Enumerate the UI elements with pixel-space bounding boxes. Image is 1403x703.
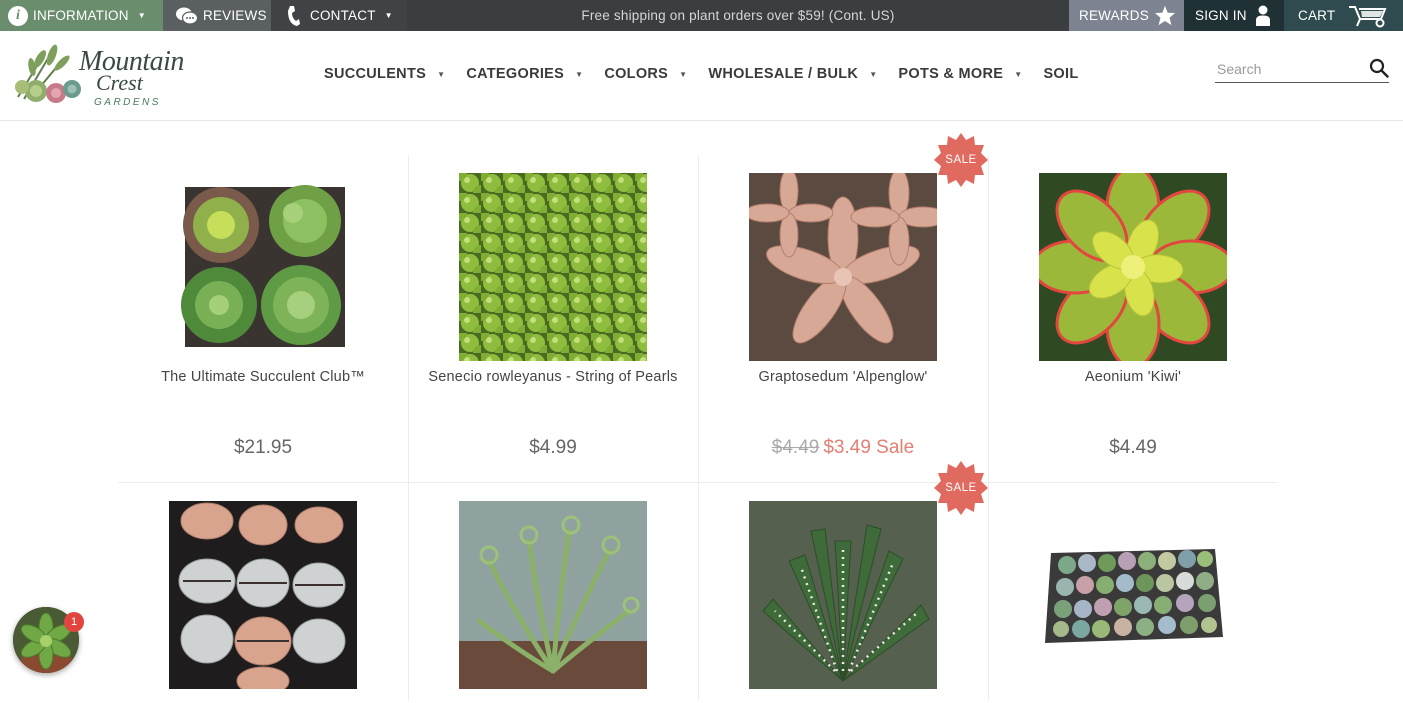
product-price: $21.95: [233, 437, 293, 458]
sign-in-label: SIGN IN: [1195, 8, 1247, 23]
rewards-label: REWARDS: [1079, 8, 1149, 23]
search-box: [1215, 55, 1389, 83]
chevron-down-icon: ▼: [384, 11, 393, 20]
contact-menu[interactable]: CONTACT ▼: [271, 0, 407, 31]
mountain-crest-logo[interactable]: Mountain Crest GARDENS: [10, 41, 184, 111]
sale-badge: SALE: [934, 133, 988, 187]
wheelbarrow-icon: [1349, 5, 1387, 27]
albuca-spiralis-image[interactable]: [459, 501, 647, 689]
shipping-notice: Free shipping on plant orders over $59! …: [581, 8, 895, 23]
nav-label: POTS & MORE: [898, 66, 1004, 82]
nav-succulents[interactable]: SUCCULENTS ▼: [324, 66, 445, 82]
chevron-down-icon: ▼: [1014, 69, 1023, 79]
phone-icon: [288, 5, 300, 26]
information-label: INFORMATION: [33, 8, 129, 23]
nav-label: SOIL: [1043, 66, 1079, 82]
product-name[interactable]: Aeonium 'Kiwi': [1008, 369, 1258, 385]
reviews-link[interactable]: REVIEWS: [163, 0, 271, 31]
sale-badge-label: SALE: [945, 482, 977, 494]
contact-label: CONTACT: [310, 8, 376, 23]
nav-label: COLORS: [604, 66, 669, 82]
chevron-down-icon: ▼: [437, 69, 446, 79]
product-card[interactable]: The Ultimate Succulent Club™ $21.95: [118, 155, 408, 482]
nav-label: WHOLESALE / BULK: [708, 66, 859, 82]
star-icon: [1154, 5, 1175, 26]
string-of-pearls-image[interactable]: [459, 173, 647, 361]
sign-in-link[interactable]: SIGN IN: [1184, 0, 1284, 31]
chevron-down-icon: ▼: [679, 69, 688, 79]
reviews-label: REVIEWS: [203, 8, 267, 23]
info-icon: i: [8, 5, 28, 26]
sale-badge-label: SALE: [945, 154, 977, 166]
alpenglow-image[interactable]: [749, 173, 937, 361]
logo-text: Crest: [96, 70, 143, 95]
information-menu[interactable]: i INFORMATION ▼: [0, 0, 163, 31]
product-card[interactable]: [408, 483, 698, 703]
nav-wholesale-bulk[interactable]: WHOLESALE / BULK ▼: [708, 66, 877, 82]
nav-soil[interactable]: SOIL: [1043, 66, 1078, 82]
cart-label: CART: [1298, 8, 1336, 23]
succulent-club-image[interactable]: [169, 173, 357, 361]
nav-label: SUCCULENTS: [324, 66, 427, 82]
sale-price: $3.49 Sale: [823, 437, 915, 458]
product-card[interactable]: [118, 483, 408, 703]
chat-icon: [176, 7, 199, 25]
product-card[interactable]: Senecio rowleyanus - String of Pearls $4…: [408, 155, 698, 482]
chevron-down-icon: ▼: [869, 69, 878, 79]
aeonium-kiwi-image[interactable]: [1039, 173, 1227, 361]
top-bar: i INFORMATION ▼ REVIEWS CONTACT ▼ Free s…: [0, 0, 1403, 31]
chevron-down-icon: ▼: [137, 11, 146, 20]
product-price: $4.49: [1109, 437, 1157, 458]
main-nav: SUCCULENTS ▼ CATEGORIES ▼ COLORS ▼ WHOLE…: [324, 66, 1099, 82]
haworthia-image[interactable]: [749, 501, 937, 689]
logo-text: GARDENS: [94, 97, 161, 108]
product-price: $4.99: [529, 437, 577, 458]
product-price: $4.49 $3.49 Sale: [698, 437, 988, 459]
cart-link[interactable]: CART: [1284, 0, 1403, 31]
search-icon[interactable]: [1369, 58, 1389, 78]
lithops-image[interactable]: [169, 501, 357, 689]
product-name[interactable]: The Ultimate Succulent Club™: [138, 369, 388, 385]
search-input[interactable]: [1217, 59, 1362, 79]
succulent-tray-image[interactable]: [1039, 501, 1227, 689]
product-name[interactable]: Graptosedum 'Alpenglow': [718, 369, 968, 385]
product-card[interactable]: SALE: [698, 461, 988, 703]
rewards-link[interactable]: REWARDS: [1069, 0, 1184, 31]
product-card[interactable]: [988, 483, 1278, 703]
nav-pots-more[interactable]: POTS & MORE ▼: [898, 66, 1022, 82]
chevron-down-icon: ▼: [575, 69, 584, 79]
product-card[interactable]: Aeonium 'Kiwi' $4.49: [988, 155, 1278, 482]
nav-categories[interactable]: CATEGORIES ▼: [466, 66, 583, 82]
site-header: Mountain Crest GARDENS SUCCULENTS ▼ CATE…: [0, 31, 1403, 121]
user-icon: [1255, 5, 1270, 26]
product-name[interactable]: Senecio rowleyanus - String of Pearls: [428, 369, 678, 385]
sale-badge: SALE: [934, 461, 988, 515]
nav-label: CATEGORIES: [466, 66, 565, 82]
unread-count-badge: 1: [64, 612, 84, 632]
product-card[interactable]: SALE Graptosedum 'Alpenglow' $4.49 $3.49 …: [698, 133, 988, 482]
original-price: $4.49: [771, 437, 820, 458]
nav-colors[interactable]: COLORS ▼: [604, 66, 687, 82]
